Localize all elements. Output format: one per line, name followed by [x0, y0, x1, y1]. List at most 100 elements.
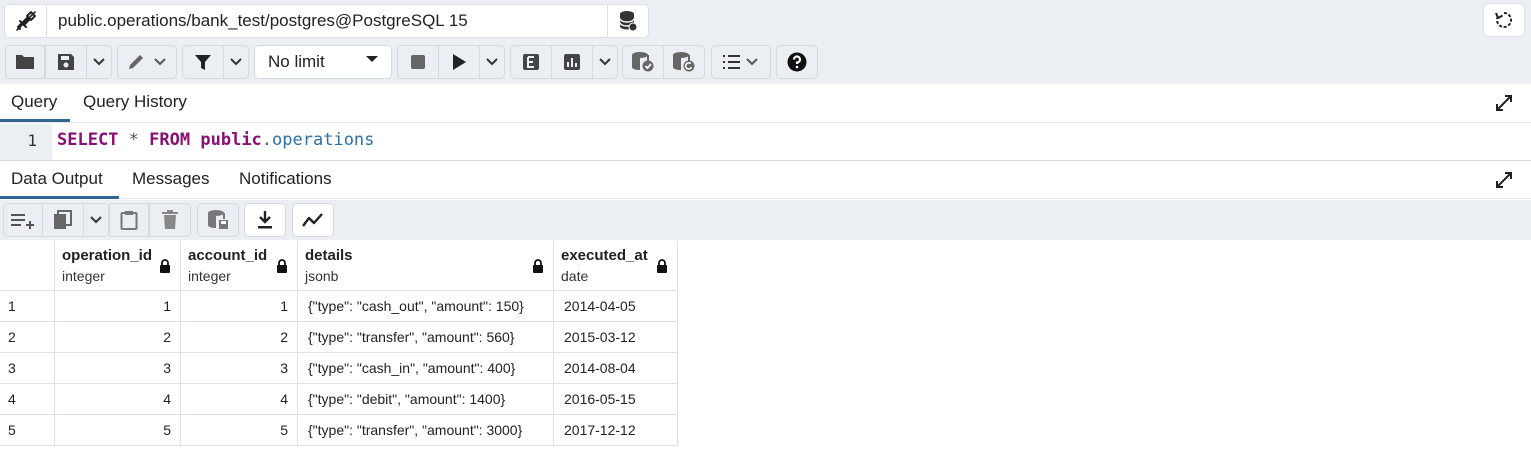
explain-icon — [523, 54, 539, 70]
row-header[interactable]: 1 — [0, 291, 55, 322]
database-icon — [619, 11, 638, 32]
column-type: integer — [188, 268, 231, 284]
commit-icon — [632, 52, 654, 72]
data-grid: operation_id integer account_id integer … — [0, 241, 680, 451]
editor-gutter: 1 — [0, 124, 52, 160]
tab-query[interactable]: Query — [0, 84, 70, 122]
download-button[interactable] — [244, 203, 286, 237]
table-cell[interactable]: 2014-08-04 — [554, 353, 678, 384]
row-header[interactable]: 4 — [0, 384, 55, 415]
table-cell[interactable]: 5 — [55, 415, 181, 446]
filter-icon — [195, 55, 211, 70]
add-row-icon — [11, 214, 34, 229]
column-name: details — [305, 247, 353, 264]
filter-button[interactable] — [182, 45, 224, 79]
help-button[interactable] — [776, 45, 818, 79]
graph-icon — [302, 213, 323, 227]
save-data-button[interactable] — [197, 203, 239, 237]
grid-corner[interactable] — [0, 241, 55, 291]
paste-icon — [120, 211, 138, 230]
caret-down-icon — [366, 56, 378, 62]
table-cell[interactable]: 1 — [55, 291, 181, 322]
save-options-dropdown[interactable] — [86, 45, 112, 79]
open-file-button[interactable] — [5, 45, 45, 79]
stop-button[interactable] — [397, 45, 439, 79]
query-toolbar: No limit — [0, 42, 1531, 84]
table-cell[interactable]: 2015-03-12 — [554, 322, 678, 353]
column-name: operation_id — [62, 247, 153, 264]
chart-icon — [564, 54, 580, 70]
graph-visualiser-button[interactable] — [292, 203, 334, 237]
filter-options-dropdown[interactable] — [223, 45, 249, 79]
tab-notifications[interactable]: Notifications — [239, 161, 332, 199]
table-cell[interactable]: {"type": "cash_in", "amount": 400} — [298, 353, 554, 384]
table-cell[interactable]: 4 — [55, 384, 181, 415]
table-cell[interactable]: {"type": "cash_out", "amount": 150} — [298, 291, 554, 322]
column-name: account_id — [188, 247, 268, 264]
row-limit-value: No limit — [268, 52, 325, 71]
table-cell[interactable]: {"type": "debit", "amount": 1400} — [298, 384, 554, 415]
rollback-icon — [673, 52, 695, 72]
column-header-account-id[interactable]: account_id integer — [181, 241, 298, 291]
table-cell[interactable]: {"type": "transfer", "amount": 3000} — [298, 415, 554, 446]
folder-icon — [16, 55, 34, 69]
delete-button[interactable] — [149, 203, 191, 237]
save-button[interactable] — [45, 45, 87, 79]
explain-analyze-button[interactable] — [551, 45, 593, 79]
table-cell[interactable]: 2 — [55, 322, 181, 353]
expand-icon[interactable] — [1495, 94, 1513, 112]
table-cell[interactable]: 3 — [181, 353, 298, 384]
table-cell[interactable]: 2014-04-05 — [554, 291, 678, 322]
column-header-operation-id[interactable]: operation_id integer — [55, 241, 181, 291]
row-header[interactable]: 5 — [0, 415, 55, 446]
result-tabs: Data Output Messages Notifications — [0, 161, 1531, 199]
sql-table: operations — [272, 130, 375, 150]
copy-button[interactable] — [42, 203, 84, 237]
database-button[interactable] — [607, 4, 649, 38]
table-cell[interactable]: 5 — [181, 415, 298, 446]
plug-disconnected-icon — [15, 11, 36, 31]
table-cell[interactable]: 2017-12-12 — [554, 415, 678, 446]
help-icon — [787, 52, 807, 72]
column-header-executed-at[interactable]: executed_at date — [554, 241, 678, 291]
explain-button[interactable] — [510, 45, 552, 79]
chevron-down-icon — [486, 58, 498, 66]
table-cell[interactable]: 2 — [181, 322, 298, 353]
execute-options-dropdown[interactable] — [479, 45, 505, 79]
execute-button[interactable] — [438, 45, 480, 79]
tab-data-output[interactable]: Data Output — [0, 161, 119, 199]
tab-query-history[interactable]: Query History — [83, 84, 187, 122]
connection-status-button[interactable] — [4, 4, 46, 38]
paste-button[interactable] — [109, 203, 149, 237]
save-data-icon — [208, 210, 228, 229]
table-cell[interactable]: {"type": "transfer", "amount": 560} — [298, 322, 554, 353]
column-header-details[interactable]: details jsonb — [298, 241, 554, 291]
edit-button[interactable] — [117, 45, 177, 79]
macros-button[interactable] — [711, 45, 771, 79]
commit-button[interactable] — [622, 45, 664, 79]
add-row-button[interactable] — [3, 203, 43, 237]
table-cell[interactable]: 3 — [55, 353, 181, 384]
table-cell[interactable]: 2016-05-15 — [554, 384, 678, 415]
connection-title[interactable]: public.operations/bank_test/postgres@Pos… — [46, 4, 608, 38]
sql-code-line[interactable]: SELECT * FROM public.operations — [57, 130, 374, 150]
explain-options-dropdown[interactable] — [592, 45, 618, 79]
tab-messages[interactable]: Messages — [132, 161, 209, 199]
sql-dot: . — [261, 130, 273, 150]
row-header[interactable]: 2 — [0, 322, 55, 353]
table-cell[interactable]: 4 — [181, 384, 298, 415]
column-name: executed_at — [561, 247, 648, 264]
row-header[interactable]: 3 — [0, 353, 55, 384]
line-number: 1 — [27, 131, 37, 150]
lock-icon — [160, 259, 170, 273]
sql-editor[interactable]: 1 SELECT * FROM public.operations — [0, 124, 1531, 160]
copy-options-dropdown[interactable] — [83, 203, 109, 237]
expand-icon[interactable] — [1495, 171, 1513, 189]
rollback-button[interactable] — [663, 45, 705, 79]
row-limit-select[interactable]: No limit — [254, 45, 392, 79]
sql-schema: public — [200, 130, 262, 150]
chevron-down-icon — [230, 58, 242, 66]
chevron-down-icon — [599, 58, 611, 66]
table-cell[interactable]: 1 — [181, 291, 298, 322]
reset-layout-button[interactable] — [1483, 3, 1525, 37]
